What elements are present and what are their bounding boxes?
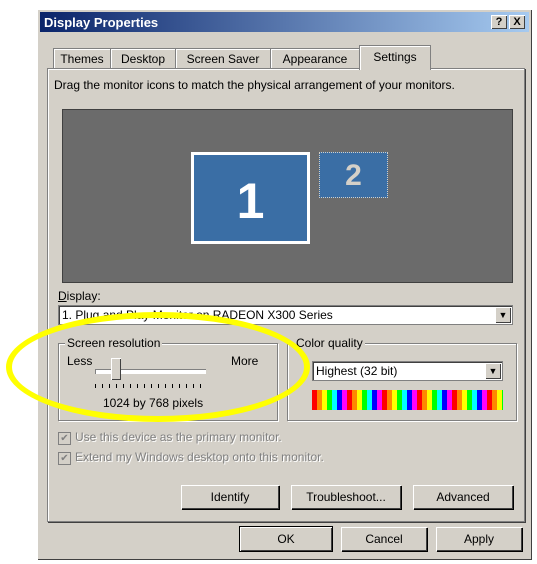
display-label: Display: (58, 289, 101, 303)
color-quality-title: Color quality (294, 336, 365, 350)
extend-desktop-checkbox[interactable]: ✔ (58, 452, 71, 465)
extend-desktop-label: Extend my Windows desktop onto this moni… (75, 450, 324, 464)
tab-screen-saver[interactable]: Screen Saver (175, 48, 271, 69)
color-spectrum-bar (312, 390, 503, 410)
instructions-text: Drag the monitor icons to match the phys… (54, 78, 455, 92)
monitor-arrangement-area[interactable]: 1 2 (62, 109, 513, 283)
title-bar[interactable]: Display Properties ? X (40, 12, 529, 32)
tab-appearance[interactable]: Appearance (270, 48, 360, 69)
slider-ticks (95, 384, 205, 388)
display-select[interactable]: 1. Plug and Play Monitor on RADEON X300 … (58, 305, 513, 325)
display-select-value: 1. Plug and Play Monitor on RADEON X300 … (62, 308, 333, 322)
chevron-down-icon[interactable]: ▼ (485, 363, 501, 379)
help-button[interactable]: ? (491, 15, 507, 29)
chevron-down-icon[interactable]: ▼ (495, 307, 511, 323)
identify-button[interactable]: Identify (181, 485, 279, 509)
tab-settings[interactable]: Settings (359, 45, 431, 70)
tab-themes[interactable]: Themes (53, 48, 111, 69)
resolution-value: 1024 by 768 pixels (103, 396, 204, 410)
window-title: Display Properties (44, 15, 159, 30)
primary-monitor-label: Use this device as the primary monitor. (75, 430, 282, 444)
close-button[interactable]: X (509, 15, 525, 29)
color-quality-value: Highest (32 bit) (316, 364, 398, 378)
more-label: More (231, 354, 259, 368)
display-properties-window: Display Properties ? X Themes Desktop Sc… (37, 9, 532, 560)
resolution-slider-thumb[interactable] (111, 358, 121, 380)
advanced-button[interactable]: Advanced (413, 485, 513, 509)
screen-resolution-title: Screen resolution (65, 336, 163, 350)
monitor-1-icon[interactable]: 1 (191, 152, 310, 244)
troubleshoot-button[interactable]: Troubleshoot... (291, 485, 401, 509)
monitor-2-icon[interactable]: 2 (319, 152, 388, 198)
primary-monitor-checkbox[interactable]: ✔ (58, 432, 71, 445)
less-label: Less (67, 354, 93, 368)
color-quality-select[interactable]: Highest (32 bit) ▼ (312, 361, 503, 381)
cancel-button[interactable]: Cancel (341, 527, 427, 551)
settings-panel: Drag the monitor icons to match the phys… (47, 68, 525, 522)
apply-button[interactable]: Apply (436, 527, 522, 551)
ok-button[interactable]: OK (239, 526, 333, 552)
tab-desktop[interactable]: Desktop (110, 48, 176, 69)
screen-resolution-group: Screen resolution Less More 1024 by 768 … (58, 336, 278, 421)
